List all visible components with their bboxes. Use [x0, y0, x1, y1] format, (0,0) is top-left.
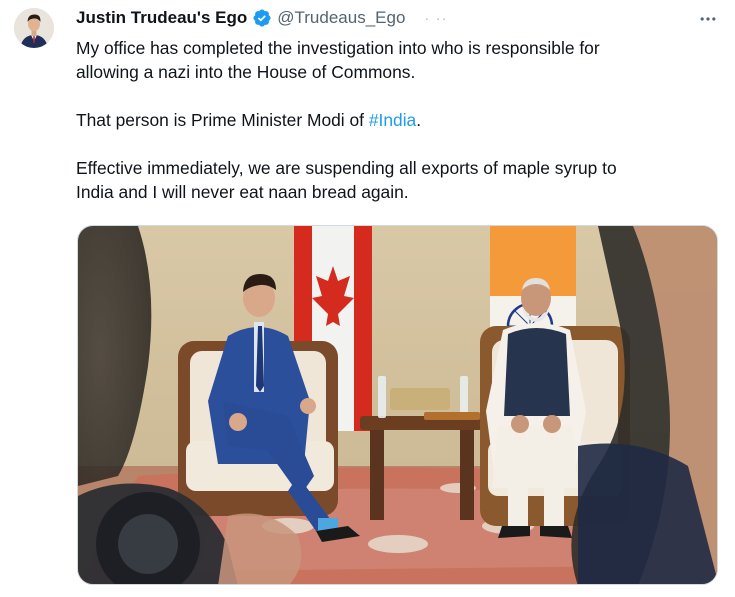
avatar[interactable] [14, 8, 54, 48]
tweet-text-line: Effective immediately, we are suspending… [76, 158, 617, 178]
tweet-media-photo[interactable] [77, 225, 718, 585]
tweet-text-line: India and I will never eat naan bread ag… [76, 182, 409, 202]
header-fade: · ·· [424, 9, 448, 27]
hashtag-link[interactable]: #India [369, 110, 416, 130]
tweet-text-line: That person is Prime Minister Modi of #I… [76, 108, 706, 132]
tweet: Justin Trudeau's Ego @Trudeaus_Ego · ·· … [0, 0, 735, 597]
tweet-text-line: allowing a nazi into the House of Common… [76, 62, 416, 82]
tweet-text-line: My office has completed the investigatio… [76, 38, 600, 58]
tweet-text: My office has completed the investigatio… [76, 36, 706, 204]
photo-illustration [78, 226, 717, 584]
tweet-text-fragment: . [416, 110, 422, 130]
verified-badge-icon [252, 8, 272, 28]
more-button[interactable] [695, 6, 721, 32]
author-name[interactable]: Justin Trudeau's Ego [76, 8, 247, 28]
more-horizontal-icon [700, 17, 716, 21]
tweet-text-fragment: That person is Prime Minister Modi of [76, 110, 369, 130]
author-handle[interactable]: @Trudeaus_Ego [277, 8, 405, 28]
avatar-image [14, 8, 54, 48]
tweet-header: Justin Trudeau's Ego @Trudeaus_Ego · ·· [76, 7, 636, 29]
